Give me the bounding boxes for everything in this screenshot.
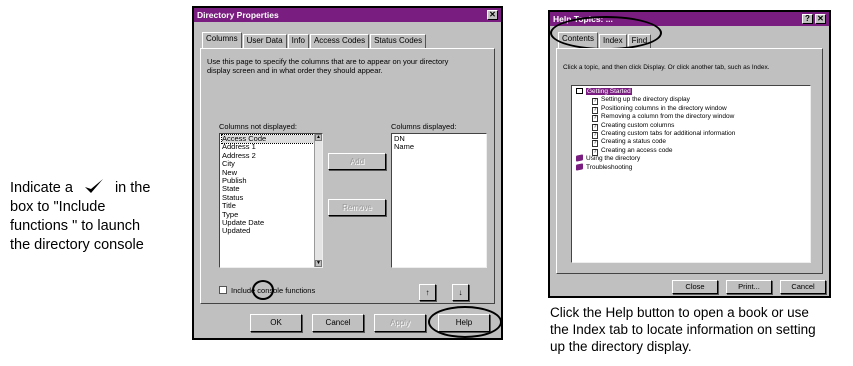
checkmark-icon — [84, 179, 103, 193]
tree-item-label: Setting up the directory display — [601, 96, 690, 104]
add-button[interactable]: Add — [328, 153, 386, 170]
tree-item-label: Creating custom columns — [601, 121, 675, 129]
tab-user-data[interactable]: User Data — [242, 34, 287, 48]
contents-tree[interactable]: Getting Started? Setting up the directory… — [571, 85, 811, 263]
remove-button[interactable]: Remove — [328, 199, 386, 216]
caption-line-2: box to "Include — [10, 199, 106, 215]
tree-item-label: Creating a status code — [601, 138, 667, 146]
description-line-1: Use this page to specify the columns tha… — [207, 57, 449, 66]
tree-item-label: Creating an access code — [601, 146, 673, 154]
list-item[interactable]: Name — [394, 142, 484, 151]
help-annotation-circle — [428, 306, 502, 338]
description-line-2: display screen and in what order they sh… — [207, 66, 383, 75]
tree-item-label: Getting Started — [586, 88, 632, 95]
move-down-button[interactable]: ↓ — [452, 284, 469, 301]
include-console-checkbox[interactable] — [219, 286, 227, 294]
ok-button[interactable]: OK — [250, 314, 302, 332]
help-topics-window: Help Topics: ... ? ✕ Contents Index Find… — [548, 10, 831, 298]
columns-panel: Use this page to specify the columns tha… — [200, 48, 495, 304]
open-book-icon — [576, 88, 583, 94]
tree-item[interactable]: Using the directory — [576, 154, 735, 163]
tree-item[interactable]: ? Creating custom columns — [576, 121, 735, 131]
tab-access-codes[interactable]: Access Codes — [309, 34, 370, 48]
directory-properties-dialog: Directory Properties ✕ Columns User Data… — [192, 6, 503, 340]
annotation-circle — [252, 280, 274, 300]
tree-item[interactable]: ? Creating custom tabs for additional inf… — [576, 129, 736, 139]
columns-not-displayed-list[interactable]: Access Code Address 1 Address 2 City New Publ… — [219, 133, 323, 268]
dialog-title-bar: Directory Properties ✕ — [194, 8, 501, 22]
tree-item[interactable]: ? Removing a column from the directory wi… — [576, 113, 735, 123]
left-caption: Indicate a in the box to "Include functi… — [10, 178, 180, 255]
list-item[interactable]: Address 2 — [222, 151, 320, 160]
tree-item[interactable]: ? Creating a status code — [576, 138, 735, 148]
tab-strip: Columns User Data Info Access Codes Stat… — [202, 32, 427, 48]
help-instruction: Click a topic, and then click Display. O… — [563, 64, 770, 71]
help-question-icon[interactable]: ? — [802, 14, 813, 24]
scroll-down-icon[interactable]: ▼ — [315, 260, 322, 267]
cancel-button[interactable]: Cancel — [312, 314, 364, 332]
apply-button[interactable]: Apply — [374, 314, 426, 332]
columns-displayed-list[interactable]: DN Name — [391, 133, 487, 268]
tab-columns[interactable]: Columns — [202, 32, 242, 48]
caption-line-1-start: Indicate a — [10, 180, 73, 196]
list-item[interactable]: Status — [222, 193, 320, 202]
tree-item[interactable]: ? Creating an access code — [576, 146, 735, 156]
right-caption: Click the Help button to open a book or … — [550, 304, 853, 355]
list-item[interactable]: Updated — [222, 227, 320, 236]
move-up-button[interactable]: ↑ — [419, 284, 436, 301]
right-caption-line-1: Click the Help button to open a book or … — [550, 305, 809, 320]
help-print-button[interactable]: Print... — [726, 280, 772, 294]
up-arrow-icon: ↑ — [425, 288, 430, 297]
caption-line-4: the directory console — [10, 237, 144, 253]
right-caption-line-3: up the directory display. — [550, 339, 692, 354]
help-cancel-button[interactable]: Cancel — [780, 280, 826, 294]
tree-item[interactable]: Getting Started — [576, 88, 735, 96]
help-close-button[interactable]: Close — [672, 280, 718, 294]
caption-line-1-end: in the — [114, 180, 151, 196]
not-displayed-label: Columns not displayed: — [219, 122, 297, 131]
scroll-up-icon[interactable]: ▲ — [315, 134, 322, 141]
tree-item[interactable]: Troubleshooting — [576, 162, 735, 172]
tree-item[interactable]: ? Setting up the directory display — [576, 96, 735, 106]
tab-info[interactable]: Info — [287, 34, 309, 48]
list-scrollbar[interactable]: ▲ ▼ — [314, 134, 322, 267]
tree-item-label: Troubleshooting — [586, 163, 633, 171]
book-icon — [576, 154, 583, 162]
displayed-label: Columns displayed: — [391, 122, 457, 131]
close-icon[interactable]: ✕ — [815, 14, 826, 24]
tab-status-codes[interactable]: Status Codes — [370, 34, 427, 48]
tree-item-label: Positioning columns in the directory win… — [601, 104, 727, 112]
tree-item[interactable]: ? Positioning columns in the directory wi… — [576, 104, 735, 114]
tabs-annotation-circle — [550, 16, 662, 50]
down-arrow-icon: ↓ — [458, 288, 463, 297]
tree-item-label: Removing a column from the directory win… — [601, 113, 735, 121]
right-caption-line-2: the Index tab to locate information on s… — [550, 322, 816, 337]
dialog-title: Directory Properties — [197, 10, 279, 20]
tree-item-label: Using the directory — [586, 155, 641, 163]
close-icon[interactable]: ✕ — [487, 10, 498, 20]
tree-item-label: Creating custom tabs for additional info… — [601, 129, 736, 137]
book-icon — [576, 162, 583, 171]
caption-line-3: functions " to launch — [10, 218, 141, 234]
contents-panel: Click a topic, and then click Display. O… — [556, 48, 823, 274]
